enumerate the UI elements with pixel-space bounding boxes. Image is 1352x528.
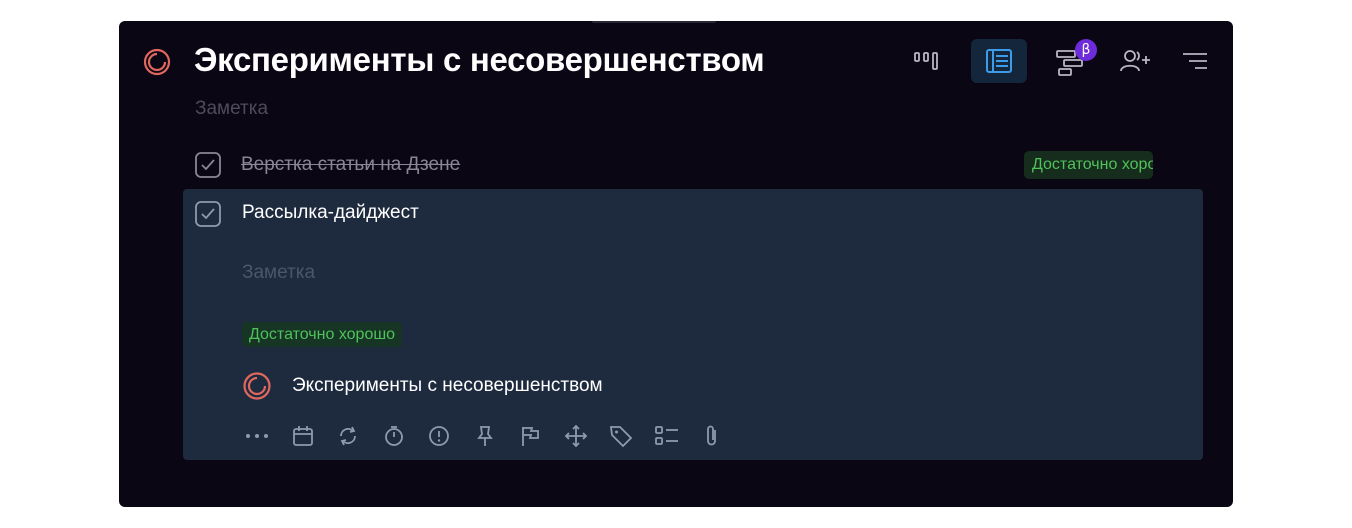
timer-icon xyxy=(384,426,403,446)
list-view-icon xyxy=(986,49,1012,73)
beta-badge: β xyxy=(1075,39,1097,61)
window-drag-handle[interactable] xyxy=(592,21,716,23)
task-note-field[interactable]: Заметка xyxy=(242,262,315,284)
timer-button[interactable] xyxy=(379,421,409,451)
task-expanded-card: Рассылка-дайджест Заметка Достаточно хор… xyxy=(183,189,1203,460)
page-title[interactable]: Эксперименты с несовершенством xyxy=(194,41,765,79)
tag-button[interactable] xyxy=(606,421,636,451)
due-date-button[interactable] xyxy=(288,421,318,451)
project-note-field[interactable]: Заметка xyxy=(195,98,268,120)
board-view-button[interactable] xyxy=(899,39,955,83)
tag-label: Достаточно хорошо xyxy=(249,325,396,343)
project-progress-icon[interactable] xyxy=(143,48,171,76)
pin-button[interactable] xyxy=(470,421,500,451)
repeat-icon xyxy=(340,426,356,446)
more-icon xyxy=(246,434,268,438)
task-checkbox[interactable] xyxy=(195,152,221,178)
checklist-icon xyxy=(654,426,678,445)
calendar-icon xyxy=(292,426,313,446)
task-checkbox[interactable] xyxy=(195,201,221,227)
flag-icon xyxy=(522,427,539,446)
move-icon xyxy=(564,424,587,448)
priority-icon xyxy=(429,426,449,446)
list-view-button[interactable] xyxy=(971,39,1027,83)
checklist-button[interactable] xyxy=(652,421,682,451)
checkbox-checked-icon xyxy=(195,201,221,227)
move-button[interactable] xyxy=(561,421,591,451)
tag-label: Достаточно хорошо xyxy=(1032,156,1153,173)
pin-icon xyxy=(476,426,493,446)
sort-menu-button[interactable] xyxy=(1167,39,1223,83)
priority-button[interactable] xyxy=(424,421,454,451)
checkbox-checked-icon xyxy=(195,152,221,178)
project-progress-icon xyxy=(243,372,271,400)
sort-menu-icon xyxy=(1183,53,1207,69)
tag-pill[interactable]: Достаточно хорошо xyxy=(242,322,403,347)
task-actions-bar xyxy=(242,421,743,451)
project-name: Эксперименты с несовершенством xyxy=(292,375,603,396)
add-user-icon xyxy=(1120,50,1150,72)
project-window: Эксперименты с несовершенством Заметка β xyxy=(119,21,1233,507)
board-view-icon xyxy=(914,52,938,70)
repeat-button[interactable] xyxy=(333,421,363,451)
task-title[interactable]: Рассылка-дайджест xyxy=(242,202,419,224)
tag-pill[interactable]: Достаточно хорошо x xyxy=(1024,151,1153,179)
tag-icon xyxy=(609,426,633,448)
flag-button[interactable] xyxy=(515,421,545,451)
share-button[interactable] xyxy=(1107,39,1163,83)
task-project-link[interactable]: Эксперименты с несовершенством xyxy=(242,371,603,401)
task-title[interactable]: Верстка статьи на Дзене xyxy=(241,154,460,176)
attachment-button[interactable] xyxy=(697,421,727,451)
attachment-icon xyxy=(707,425,716,446)
more-button[interactable] xyxy=(242,421,272,451)
